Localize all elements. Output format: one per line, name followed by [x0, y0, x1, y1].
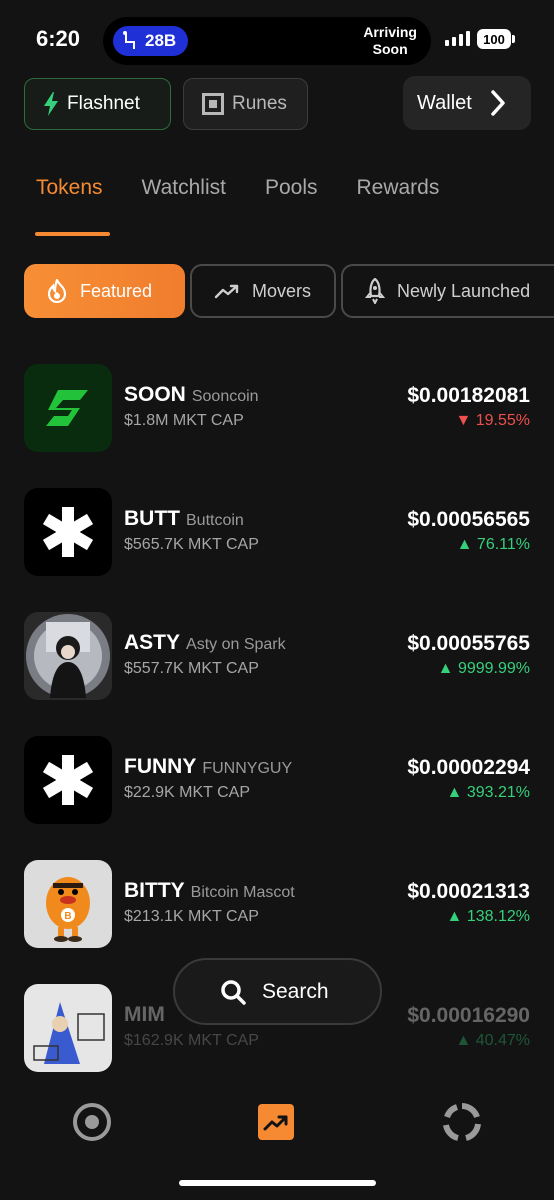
token-row-funny[interactable]: FUNNY FUNNYGUY $22.9K MKT CAP $0.00002294… — [24, 736, 530, 824]
dynamic-island[interactable]: 28B Arriving Soon — [103, 17, 431, 65]
filter-newly-launched[interactable]: Newly Launched — [341, 264, 554, 318]
token-symbol: ASTY Asty on Spark — [124, 631, 286, 654]
runes-button[interactable]: Runes — [183, 78, 308, 130]
seat-number: 28B — [145, 31, 177, 50]
filter-featured-label: Featured — [80, 280, 153, 301]
arriving-status: Arriving Soon — [363, 24, 417, 58]
flashnet-button[interactable]: Flashnet — [24, 78, 171, 130]
wallet-label: Wallet — [417, 91, 472, 114]
activity-ring-icon[interactable] — [443, 1103, 481, 1141]
search-button[interactable]: Search — [173, 958, 382, 1025]
token-symbol: BITTY Bitcoin Mascot — [124, 879, 295, 902]
trending-icon[interactable] — [258, 1104, 294, 1140]
token-row-bitty[interactable]: B BITTY Bitcoin Mascot $213.1K MKT CAP $0… — [24, 860, 530, 948]
token-price: $0.00021313 — [407, 880, 530, 903]
token-row-soon[interactable]: SOON Sooncoin $1.8M MKT CAP $0.00182081 ▼… — [24, 364, 530, 452]
token-row-asty[interactable]: ASTY Asty on Spark $557.7K MKT CAP $0.000… — [24, 612, 530, 700]
token-change: ▲ 9999.99% — [437, 660, 530, 677]
tab-pools[interactable]: Pools — [265, 176, 318, 200]
seat-icon — [123, 31, 135, 49]
mim-wizard-logo — [24, 984, 112, 1072]
battery-level: 100 — [477, 29, 511, 49]
filter-featured[interactable]: Featured — [24, 264, 185, 318]
token-market-cap: $213.1K MKT CAP — [124, 908, 259, 925]
asterisk-logo — [24, 488, 112, 576]
token-name: Sooncoin — [191, 388, 259, 405]
arriving-line2: Soon — [372, 41, 408, 57]
filter-movers-label: Movers — [252, 280, 312, 301]
token-market-cap: $22.9K MKT CAP — [124, 784, 250, 801]
token-market-cap: $162.9K MKT CAP — [124, 1032, 259, 1049]
search-label: Search — [262, 979, 329, 1003]
token-row-butt[interactable]: BUTT Buttcoin $565.7K MKT CAP $0.00056565… — [24, 488, 530, 576]
rocket-icon — [365, 278, 385, 304]
search-icon — [221, 979, 246, 1005]
token-name: Buttcoin — [186, 512, 244, 529]
token-name: FUNNYGUY — [202, 760, 293, 777]
runes-label: Runes — [232, 93, 287, 114]
token-symbol: MIM — [124, 1003, 165, 1026]
seat-badge: 28B — [113, 26, 189, 56]
tab-tokens[interactable]: Tokens — [36, 176, 103, 200]
token-price: $0.00182081 — [407, 384, 530, 407]
token-change: ▲ 40.47% — [455, 1032, 530, 1049]
token-change: ▼ 19.55% — [455, 412, 530, 429]
bitty-mascot-logo: B — [24, 860, 112, 948]
chevron-right-icon — [491, 90, 505, 116]
flashnet-label: Flashnet — [67, 93, 140, 114]
sooncoin-logo — [24, 364, 112, 452]
tab-rewards[interactable]: Rewards — [356, 176, 439, 200]
fire-icon — [47, 279, 67, 303]
token-change: ▲ 76.11% — [456, 536, 530, 553]
token-price: $0.00016290 — [407, 1004, 530, 1027]
arriving-line1: Arriving — [363, 24, 417, 40]
token-name: Asty on Spark — [186, 636, 286, 653]
main-tabs: Tokens Watchlist Pools Rewards — [36, 176, 478, 200]
signal-icon — [445, 30, 470, 46]
asterisk-logo — [24, 736, 112, 824]
token-name: Bitcoin Mascot — [190, 884, 295, 901]
lightning-icon — [44, 92, 58, 116]
trending-up-icon — [214, 284, 239, 299]
active-tab-indicator — [35, 232, 110, 236]
home-indicator — [179, 1180, 376, 1186]
token-price: $0.00002294 — [407, 756, 530, 779]
token-symbol: BUTT Buttcoin — [124, 507, 244, 530]
token-symbol: FUNNY FUNNYGUY — [124, 755, 293, 778]
home-icon[interactable] — [73, 1103, 111, 1141]
tab-watchlist[interactable]: Watchlist — [142, 176, 226, 200]
token-price: $0.00055765 — [407, 632, 530, 655]
token-market-cap: $557.7K MKT CAP — [124, 660, 259, 677]
token-market-cap: $565.7K MKT CAP — [124, 536, 259, 553]
runes-icon — [202, 93, 224, 115]
token-symbol: SOON Sooncoin — [124, 383, 259, 406]
token-market-cap: $1.8M MKT CAP — [124, 412, 244, 429]
filter-movers[interactable]: Movers — [190, 264, 336, 318]
bottom-nav — [0, 1085, 554, 1200]
status-time: 6:20 — [36, 26, 81, 51]
filter-newly-launched-label: Newly Launched — [397, 280, 531, 301]
status-bar: 6:20 28B Arriving Soon 100 — [0, 0, 554, 80]
token-change: ▲ 138.12% — [446, 908, 530, 925]
wallet-button[interactable]: Wallet — [403, 76, 531, 130]
svg-text:B: B — [64, 911, 71, 922]
asty-avatar — [24, 612, 112, 700]
battery-icon: 100 — [477, 29, 515, 49]
token-change: ▲ 393.21% — [446, 784, 530, 801]
token-price: $0.00056565 — [407, 508, 530, 531]
